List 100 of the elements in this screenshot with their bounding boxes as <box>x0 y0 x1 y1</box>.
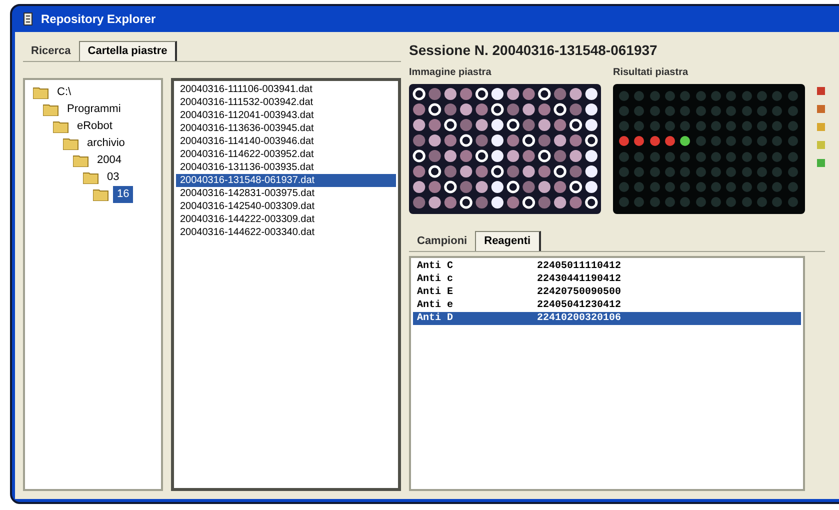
empty-well <box>710 121 721 132</box>
empty-well <box>634 166 644 177</box>
empty-well <box>726 182 736 192</box>
empty-well <box>664 152 675 162</box>
app-icon <box>23 12 33 26</box>
empty-well <box>650 90 660 101</box>
tab[interactable]: Ricerca <box>23 41 79 61</box>
tree-item[interactable]: Programmi <box>63 101 125 118</box>
reagent-name: Anti c <box>417 273 454 286</box>
empty-well <box>772 197 782 208</box>
empty-well <box>664 90 675 101</box>
empty-well <box>756 90 767 101</box>
file-item[interactable]: 20040316-142831-003975.dat <box>176 187 396 200</box>
empty-well <box>742 121 752 132</box>
folder-icon <box>83 171 99 184</box>
empty-well <box>742 106 752 116</box>
reagent-row[interactable]: Anti c 22430441190412 <box>413 273 801 286</box>
tree-item[interactable]: 03 <box>103 169 124 186</box>
empty-well <box>634 90 644 101</box>
empty-well <box>726 106 736 116</box>
plate-results-label: Risultati piastra <box>613 66 690 80</box>
empty-well <box>788 136 798 146</box>
file-item[interactable]: 20040316-144622-003340.dat <box>176 226 396 239</box>
empty-well <box>788 106 798 116</box>
file-item[interactable]: 20040316-131548-061937.dat <box>176 174 396 187</box>
empty-well <box>772 106 782 116</box>
empty-well <box>710 152 721 162</box>
tree-item[interactable]: 16 <box>113 186 134 203</box>
empty-well <box>742 166 752 177</box>
empty-well <box>742 182 752 192</box>
session-title: Sessione N. 20040316-131548-061937 <box>409 41 658 60</box>
tree-item[interactable]: eRobot <box>73 118 116 135</box>
tab[interactable]: Reagenti <box>475 231 541 251</box>
empty-well <box>756 136 767 146</box>
file-item[interactable]: 20040316-112041-003943.dat <box>176 109 396 122</box>
empty-well <box>710 136 721 146</box>
empty-well <box>664 166 675 177</box>
file-item[interactable]: 20040316-131136-003935.dat <box>176 161 396 174</box>
empty-well <box>680 106 690 116</box>
empty-well <box>726 166 736 177</box>
empty-well <box>680 182 690 192</box>
empty-well <box>619 166 629 177</box>
folder-icon <box>73 154 89 167</box>
empty-well <box>619 152 629 162</box>
reagent-name: Anti e <box>417 299 454 312</box>
empty-well <box>664 106 675 116</box>
tree-item[interactable]: 2004 <box>93 152 126 169</box>
reagent-row[interactable]: Anti D 22410200320106 <box>413 312 801 325</box>
empty-well <box>680 152 690 162</box>
tab[interactable]: Cartella piastre <box>78 41 178 61</box>
empty-well <box>634 197 644 208</box>
empty-well <box>756 182 767 192</box>
empty-well <box>788 197 798 208</box>
empty-well <box>772 90 782 101</box>
empty-well <box>619 182 629 192</box>
tab[interactable]: Campioni <box>409 231 476 251</box>
reagent-name: Anti E <box>417 286 454 299</box>
reagent-code: 22420750090500 <box>537 286 622 299</box>
empty-well <box>756 197 767 208</box>
empty-well <box>619 90 629 101</box>
empty-well <box>680 197 690 208</box>
empty-well <box>650 106 660 116</box>
window-title: Repository Explorer <box>41 11 156 28</box>
empty-well <box>650 152 660 162</box>
file-item[interactable]: 20040316-114622-003952.dat <box>176 148 396 161</box>
empty-well <box>726 136 736 146</box>
empty-well <box>742 90 752 101</box>
empty-well <box>619 121 629 132</box>
reagent-row[interactable]: Anti C 22405011110412 <box>413 260 801 273</box>
empty-well <box>710 197 721 208</box>
empty-well <box>742 136 752 146</box>
empty-well <box>772 152 782 162</box>
empty-well <box>696 182 706 192</box>
empty-well <box>756 106 767 116</box>
empty-well <box>772 166 782 177</box>
reagent-row[interactable]: Anti E 22420750090500 <box>413 286 801 299</box>
file-item[interactable]: 20040316-142540-003309.dat <box>176 200 396 213</box>
empty-well <box>788 90 798 101</box>
empty-well <box>696 106 706 116</box>
tree-item[interactable]: archivio <box>83 135 129 152</box>
reagent-name: Anti D <box>417 312 454 325</box>
tree-item[interactable]: C:\ <box>53 84 76 101</box>
empty-well <box>619 197 629 208</box>
reagent-row[interactable]: Anti e 22405041230412 <box>413 299 801 312</box>
folder-icon <box>53 120 69 133</box>
folder-icon <box>43 103 59 116</box>
file-item[interactable]: 20040316-114140-003946.dat <box>176 135 396 148</box>
empty-well <box>788 182 798 192</box>
file-item[interactable]: 20040316-144222-003309.dat <box>176 213 396 226</box>
file-item[interactable]: 20040316-111532-003942.dat <box>176 96 396 109</box>
empty-well <box>696 136 706 146</box>
file-item[interactable]: 20040316-111106-003941.dat <box>176 83 396 96</box>
reagent-code: 22410200320106 <box>537 312 622 325</box>
empty-well <box>634 106 644 116</box>
empty-well <box>696 90 706 101</box>
empty-well <box>756 152 767 162</box>
empty-well <box>664 182 675 192</box>
file-item[interactable]: 20040316-113636-003945.dat <box>176 122 396 135</box>
empty-well <box>634 152 644 162</box>
reagent-name: Anti C <box>417 260 454 273</box>
